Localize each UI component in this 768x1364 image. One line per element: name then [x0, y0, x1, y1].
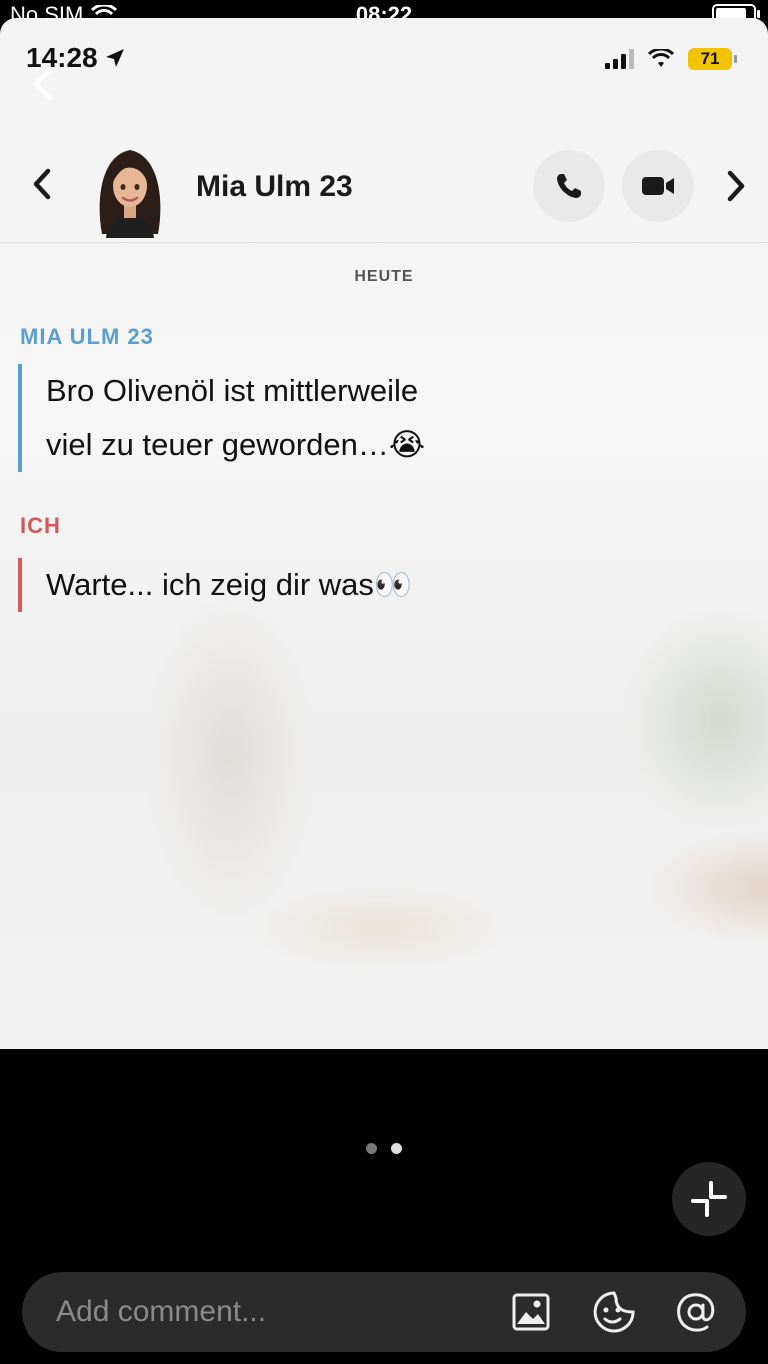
collapse-button[interactable]: [672, 1162, 746, 1236]
mention-icon: [677, 1293, 715, 1332]
sticker-button[interactable]: [592, 1290, 636, 1334]
page-dot[interactable]: [366, 1143, 377, 1154]
collapse-arrows-icon: [691, 1181, 727, 1217]
chevron-left-icon: [33, 168, 51, 200]
page-indicator: [366, 1143, 402, 1154]
back-button[interactable]: [22, 164, 62, 204]
page-dot-active[interactable]: [391, 1143, 402, 1154]
phone-icon: [557, 174, 581, 198]
message-text[interactable]: Warte... ich zeig dir was👀: [18, 558, 413, 612]
message-sender: MIA ULM 23: [20, 324, 154, 349]
app-status-bar: 14:28 71: [0, 18, 768, 100]
video-camera-icon: [642, 177, 674, 195]
battery-icon: 71: [688, 48, 737, 70]
cell-signal-icon: [605, 49, 634, 69]
app-status-right: 71: [605, 48, 737, 70]
message-sender: ICH: [20, 513, 61, 538]
sticker-icon: [593, 1291, 635, 1333]
forward-button[interactable]: [716, 166, 756, 206]
avatar[interactable]: [92, 142, 168, 238]
comment-input[interactable]: [56, 1272, 476, 1352]
video-call-button[interactable]: [622, 150, 694, 222]
chat-screenshot: 14:28 71 Mia Ulm 23 HEUTE MIA ULM 23 Bro…: [0, 18, 768, 1049]
comment-bar: [22, 1272, 746, 1352]
chat-header: Mia Ulm 23: [0, 128, 768, 243]
mention-button[interactable]: [674, 1290, 718, 1334]
call-button[interactable]: [533, 150, 605, 222]
message-line: Bro Olivenöl ist mittlerweile: [46, 373, 419, 408]
wifi-icon: [648, 49, 674, 67]
message-line: viel zu teuer geworden…😭: [46, 427, 426, 462]
chevron-right-icon: [727, 170, 745, 202]
contact-name[interactable]: Mia Ulm 23: [196, 170, 353, 204]
message-line: Warte... ich zeig dir was👀: [46, 567, 413, 602]
battery-level: 71: [700, 49, 720, 68]
message-text[interactable]: Bro Olivenöl ist mittlerweile viel zu te…: [18, 364, 425, 472]
gallery-icon: [512, 1293, 550, 1331]
ghost-back-arrow-icon: [33, 68, 52, 100]
location-arrow-icon: [105, 49, 124, 67]
gallery-button[interactable]: [509, 1290, 553, 1334]
day-separator: HEUTE: [354, 268, 414, 285]
